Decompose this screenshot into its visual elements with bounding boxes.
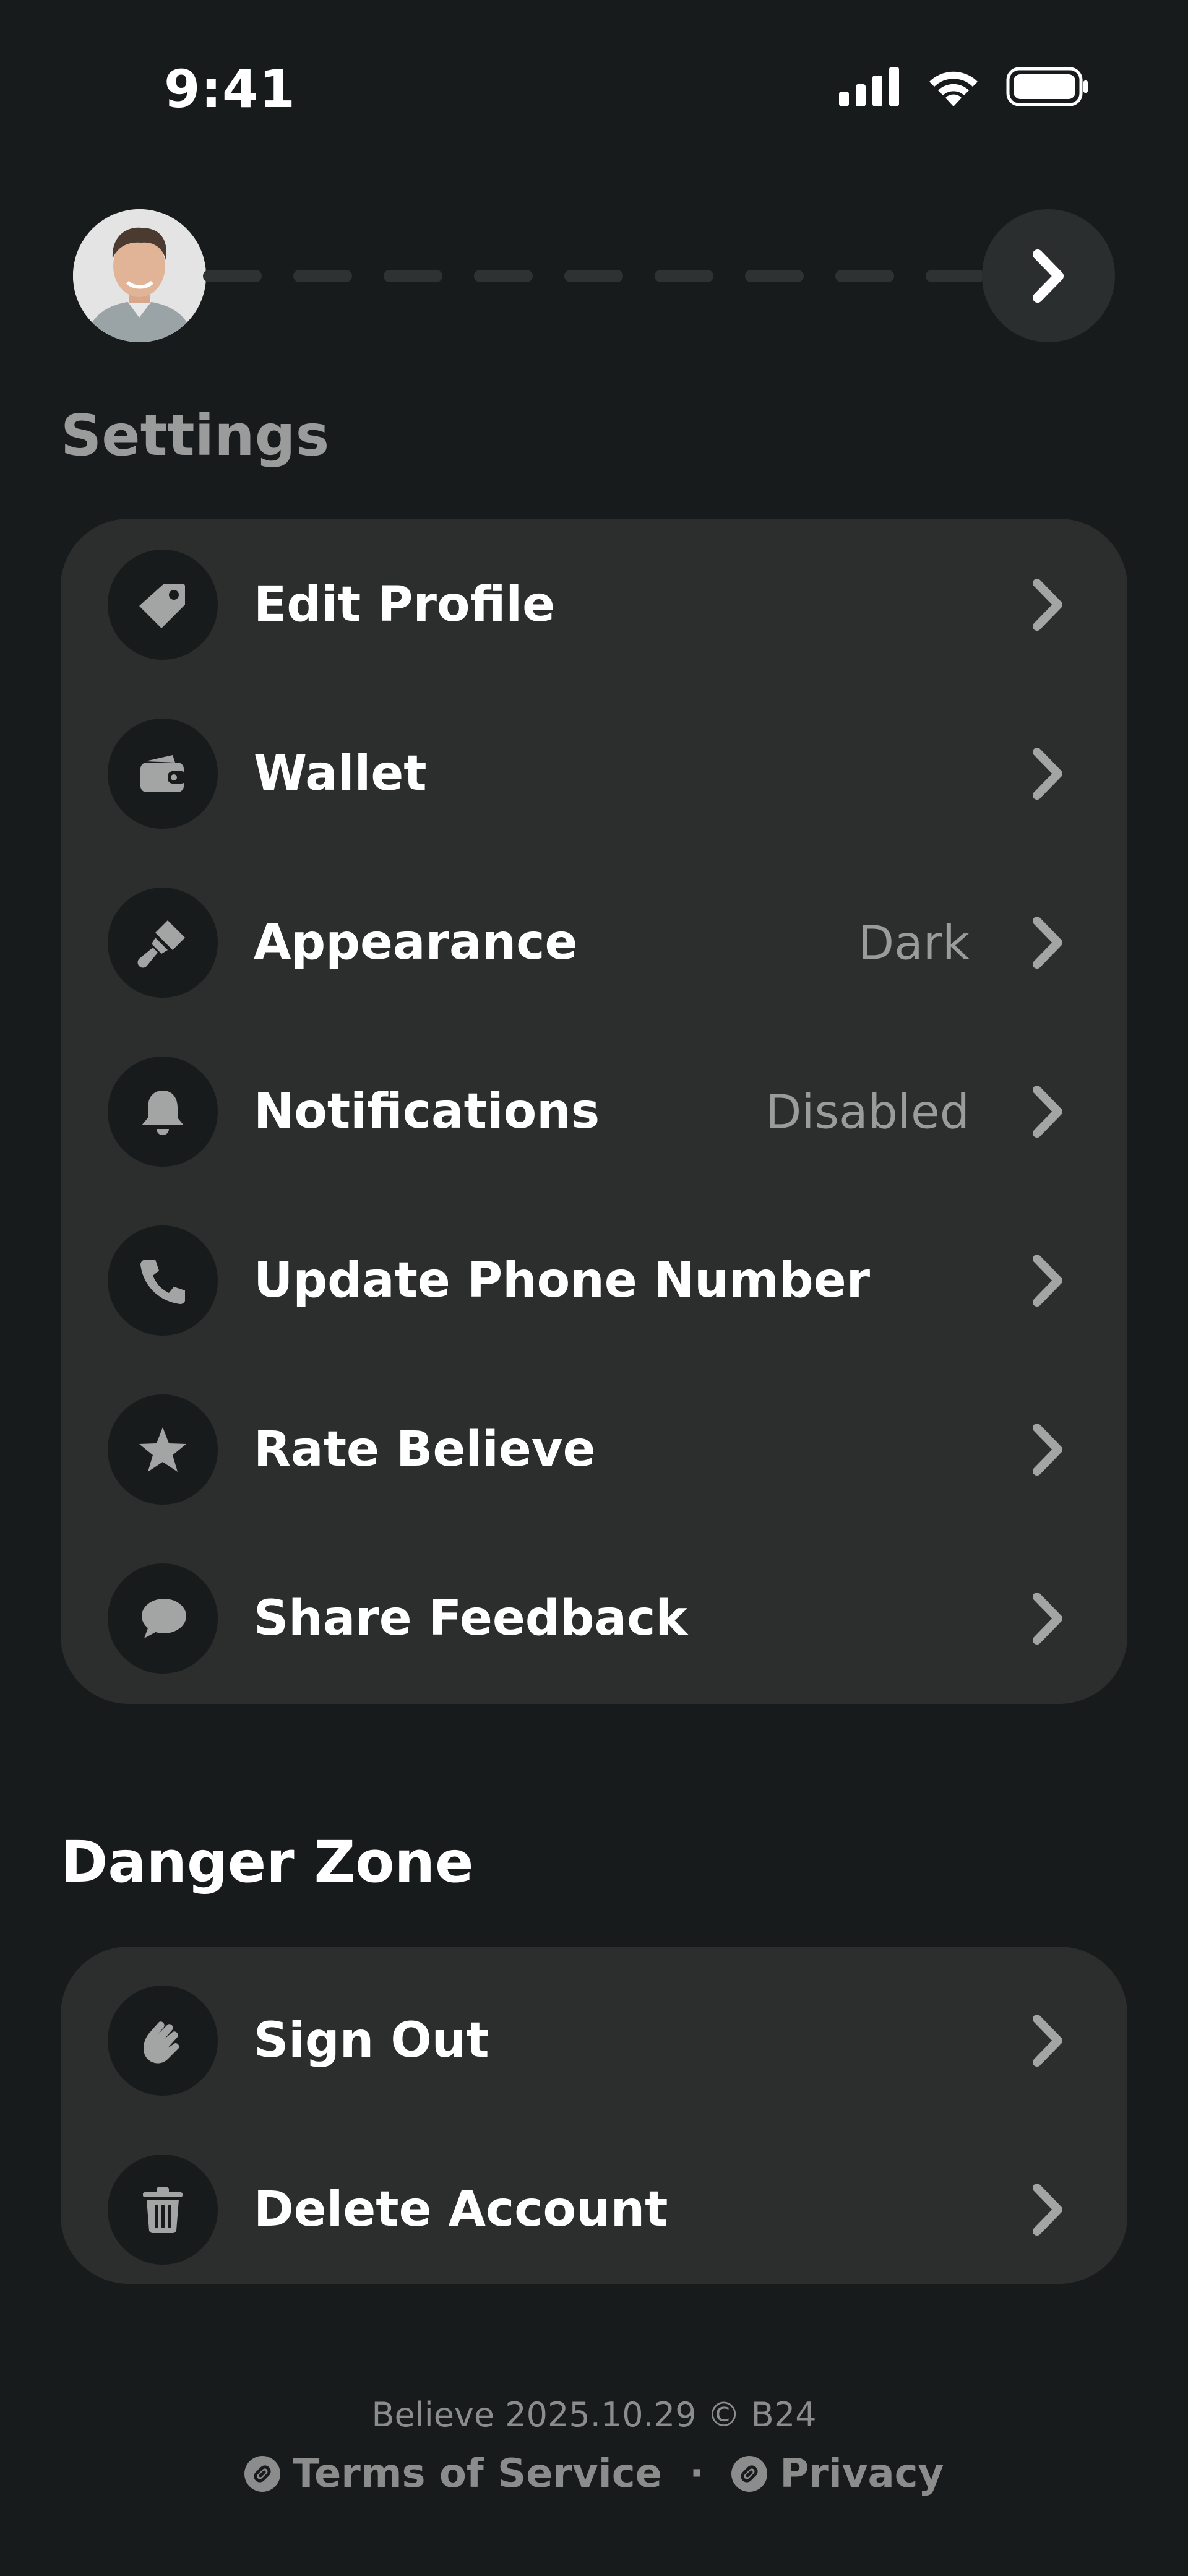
wifi-icon [929, 71, 978, 106]
danger-zone-title: Danger Zone [61, 1829, 474, 1895]
settings-row-wallet[interactable]: Wallet [61, 699, 1127, 848]
profile-header [73, 209, 1115, 342]
privacy-label: Privacy [780, 2451, 944, 2497]
chevron-right-icon [1033, 748, 1062, 800]
link-icon [731, 2456, 768, 2492]
paint-brush-icon [108, 888, 218, 998]
battery-icon [1006, 67, 1088, 106]
chevron-right-icon [1033, 1593, 1062, 1645]
delete-account-row[interactable]: Delete Account [61, 2135, 1127, 2284]
settings-row-value: Dark [858, 915, 970, 970]
status-icons [839, 67, 1089, 106]
terms-of-service-link[interactable]: Terms of Service [244, 2451, 662, 2497]
star-icon [108, 1394, 218, 1505]
settings-row-update-phone-number[interactable]: Update Phone Number [61, 1206, 1127, 1355]
settings-row-label: Share Feedback [254, 1591, 688, 1646]
next-button[interactable] [982, 209, 1115, 342]
avatar-image [73, 209, 206, 342]
chevron-right-icon [1033, 1255, 1062, 1307]
signal-icon [839, 67, 899, 106]
trash-icon [108, 2155, 218, 2265]
chevron-right-icon [1033, 1424, 1062, 1476]
settings-row-value: Disabled [765, 1084, 970, 1139]
danger-zone-card: Sign Out Delete Account [61, 1947, 1127, 2284]
settings-row-label: Notifications [254, 1084, 600, 1139]
terms-of-service-label: Terms of Service [292, 2451, 663, 2497]
settings-row-share-feedback[interactable]: Share Feedback [61, 1544, 1127, 1693]
settings-row-appearance[interactable]: Appearance Dark [61, 868, 1127, 1017]
sign-out-row[interactable]: Sign Out [61, 1966, 1127, 2115]
tag-icon [108, 550, 218, 660]
waving-hand-icon [108, 1986, 218, 2096]
settings-title: Settings [61, 402, 330, 469]
phone-icon [108, 1225, 218, 1336]
settings-row-edit-profile[interactable]: Edit Profile [61, 530, 1127, 679]
chevron-right-icon [1033, 2015, 1062, 2067]
chevron-right-icon [1033, 2184, 1062, 2236]
chevron-right-icon [1033, 579, 1062, 631]
settings-card: Edit Profile Wallet Appearance Dark Noti… [61, 519, 1127, 1704]
chevron-right-icon [1033, 1086, 1062, 1138]
privacy-link[interactable]: Privacy [731, 2451, 944, 2497]
bell-icon [108, 1057, 218, 1167]
chevron-right-icon [1033, 917, 1062, 969]
app-version: Believe 2025.10.29 © B24 [371, 2395, 817, 2434]
chat-bubble-icon [108, 1563, 218, 1674]
avatar[interactable] [73, 209, 206, 342]
footer-links: Terms of Service · Privacy [0, 2451, 1188, 2497]
chevron-right-icon [1032, 249, 1064, 303]
settings-row-label: Wallet [254, 746, 427, 802]
settings-row-label: Update Phone Number [254, 1253, 871, 1308]
sign-out-label: Sign Out [254, 2013, 489, 2068]
wallet-icon [108, 719, 218, 829]
progress-dashes [203, 270, 984, 282]
settings-row-rate-believe[interactable]: Rate Believe [61, 1375, 1127, 1524]
settings-row-label: Edit Profile [254, 577, 555, 633]
settings-row-notifications[interactable]: Notifications Disabled [61, 1037, 1127, 1186]
settings-row-label: Appearance [254, 915, 578, 970]
status-bar: 9:41 [0, 0, 1188, 161]
footer-separator: · [689, 2451, 705, 2497]
delete-account-label: Delete Account [254, 2182, 668, 2237]
settings-row-label: Rate Believe [254, 1422, 596, 1477]
link-icon [244, 2456, 280, 2492]
status-time: 9:41 [164, 59, 296, 119]
